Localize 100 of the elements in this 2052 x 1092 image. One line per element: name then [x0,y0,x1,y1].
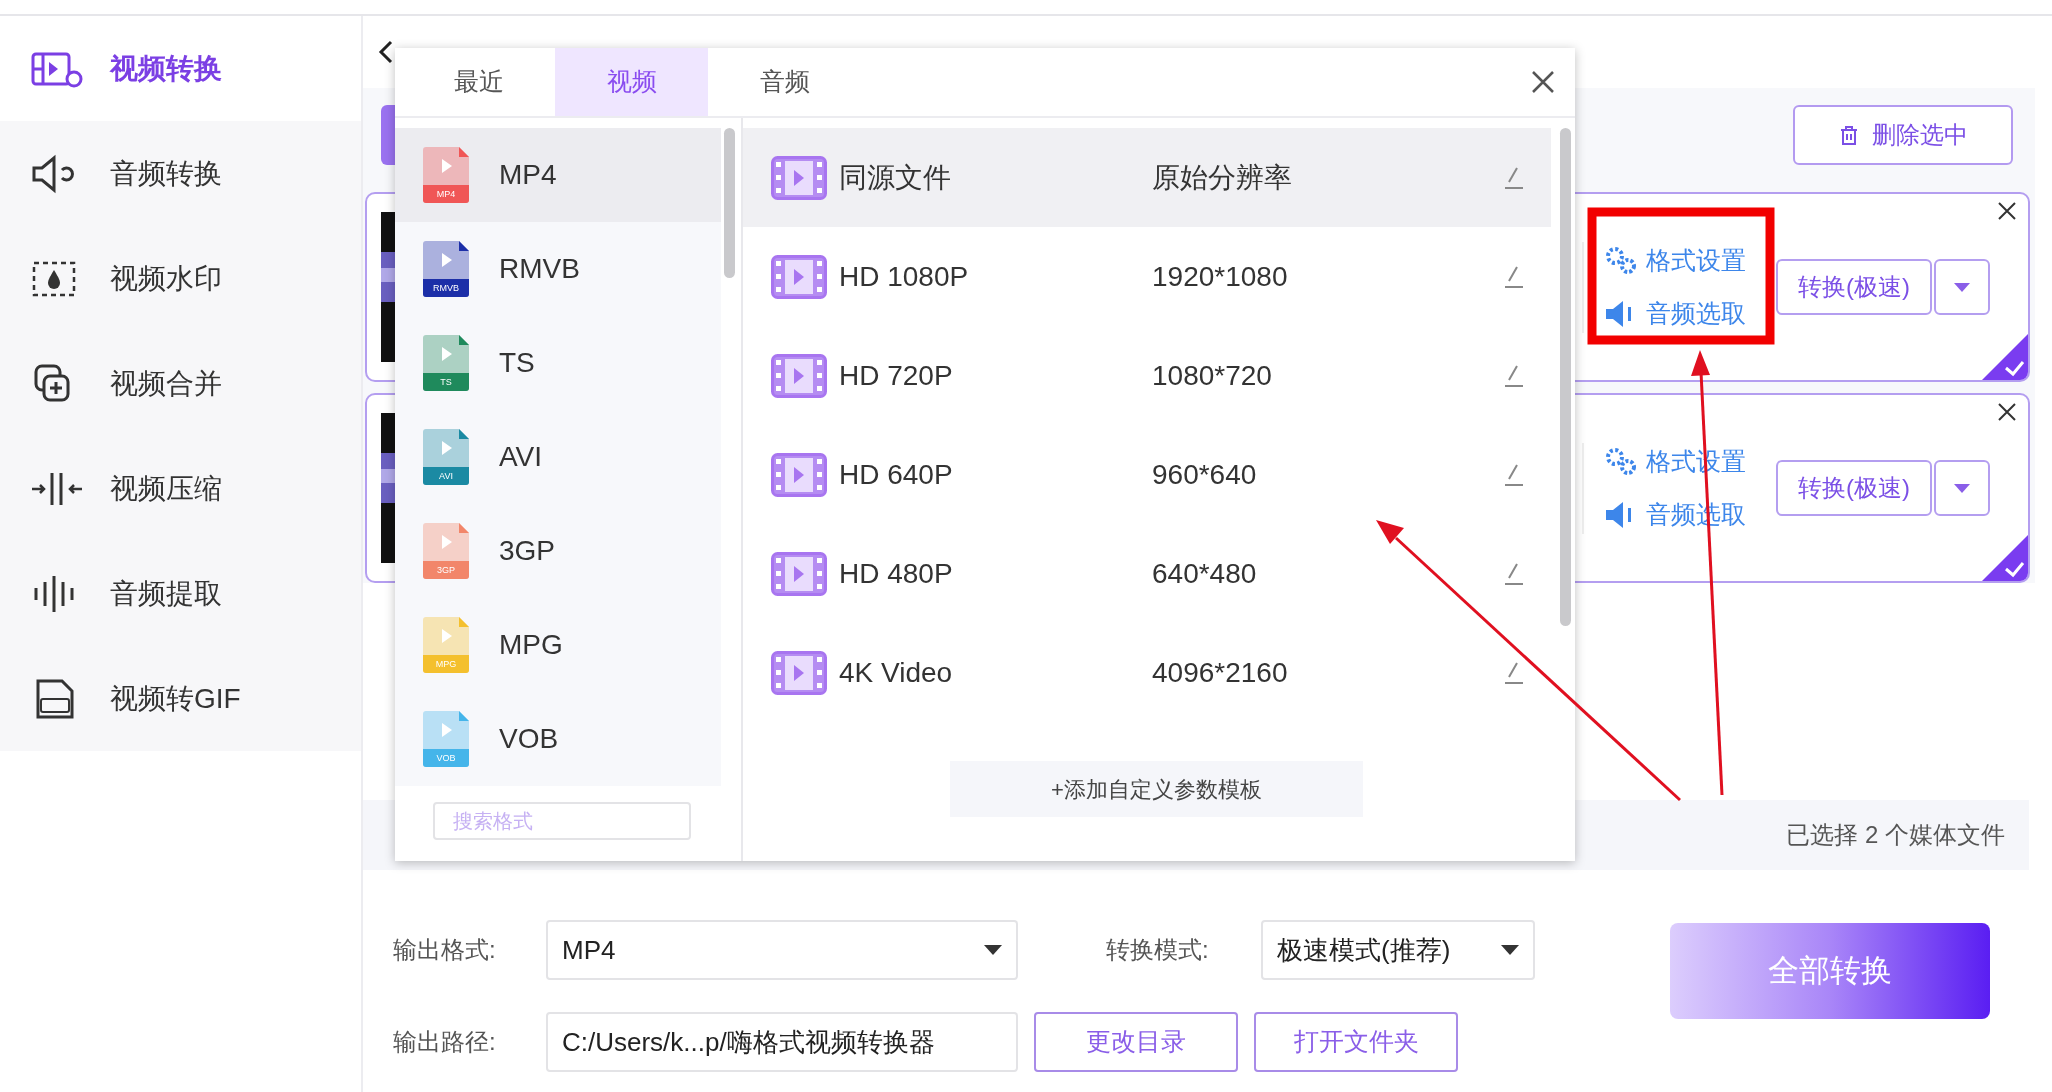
selection-summary: 已选择 2 个媒体文件 [1786,820,2005,850]
file-type-label: MP4 [423,185,469,203]
preset-name: 4K Video [839,655,954,690]
format-item[interactable]: AVI AVI [395,410,721,504]
caret-icon [1501,945,1519,955]
preset-row[interactable]: HD 720P 1080*720 [743,326,1551,425]
preset-row[interactable]: HD 480P 640*480 [743,524,1551,623]
check-corner-icon[interactable] [1982,334,2028,380]
sidebar-item[interactable]: 视频转换 [0,16,361,121]
film-icon [771,551,827,596]
film-icon [771,452,827,497]
file-type-label: TS [423,373,469,391]
sidebar-label: 视频转换 [110,51,222,86]
preset-row[interactable]: HD 1080P 1920*1080 [743,227,1551,326]
caret-icon [1954,282,1970,292]
trash-icon [1838,124,1860,146]
close-icon[interactable] [1531,70,1555,94]
preset-name: HD 1080P [839,259,970,294]
format-label: 3GP [499,534,556,568]
check-corner-icon[interactable] [1982,535,2028,581]
edit-icon[interactable] [1503,660,1525,685]
preset-resolution: 960*640 [1152,457,1258,492]
select-value: 极速模式(推荐) [1277,933,1451,967]
popup-tab[interactable]: 音频 [708,48,861,116]
preset-name: 同源文件 [839,160,952,195]
film-icon [771,155,827,200]
convert-button[interactable]: 转换(极速) [1776,460,1932,516]
format-label: VOB [499,722,559,756]
sidebar-item[interactable]: 视频合并 [0,331,361,436]
edit-icon[interactable] [1503,264,1525,289]
format-item[interactable]: MPG MPG [395,598,721,692]
format-item[interactable]: RMVB RMVB [395,222,721,316]
film-icon [771,254,827,299]
format-settings-link[interactable]: 格式设置 [1604,241,1746,279]
format-item[interactable]: TS TS [395,316,721,410]
gears-icon [1604,245,1636,276]
sidebar-item[interactable]: 视频水印 [0,226,361,331]
film-icon [771,650,827,695]
format-item[interactable]: 3GP 3GP [395,504,721,598]
select-value: MP4 [562,933,616,967]
format-label: MP4 [499,158,557,192]
preset-row[interactable]: 同源文件 原始分辨率 [743,128,1551,227]
popup-tab[interactable]: 视频 [555,48,708,116]
edit-icon[interactable] [1503,561,1525,586]
preset-name: HD 720P [839,358,954,393]
edit-icon[interactable] [1503,165,1525,190]
sidebar-label: 视频转GIF [110,681,241,716]
format-label: AVI [499,440,543,474]
sidebar-label: 视频水印 [110,261,222,296]
field-label: 输出格式: [393,935,497,965]
field-label: 输出路径: [393,1027,497,1057]
search-field[interactable]: 搜索格式 [433,802,691,840]
file-type-label: 3GP [423,561,469,579]
gears-icon [1604,446,1636,477]
dropdown-button[interactable] [1934,259,1990,315]
format-item[interactable]: MP4 MP4 [395,128,721,222]
close-icon[interactable] [1996,200,2018,222]
dropdown-button[interactable] [1934,460,1990,516]
sidebar-item[interactable]: 音频提取 [0,541,361,646]
edit-icon[interactable] [1503,462,1525,487]
film-icon [771,353,827,398]
preset-resolution: 原始分辨率 [1152,160,1293,195]
file-type-label: RMVB [423,279,469,297]
open-folder-button[interactable]: 打开文件夹 [1254,1012,1458,1072]
preset-resolution: 4096*2160 [1152,655,1289,690]
convert-button[interactable]: 转换(极速) [1776,259,1932,315]
file-type-label: MPG [423,655,469,673]
change-directory-button[interactable]: 更改目录 [1034,1012,1238,1072]
sidebar-label: 音频转换 [110,156,222,191]
back-icon[interactable] [377,40,395,64]
sidebar-item[interactable]: 视频压缩 [0,436,361,541]
preset-row[interactable]: 4K Video 4096*2160 [743,623,1551,722]
sidebar-label: 音频提取 [110,576,222,611]
close-icon[interactable] [1996,401,2018,423]
caret-icon [1954,483,1970,493]
output-format-select[interactable]: MP4 [546,920,1018,980]
format-item[interactable]: VOB VOB [395,692,721,786]
sidebar-label: 视频合并 [110,366,222,401]
file-type-label: AVI [423,467,469,485]
preset-resolution: 1080*720 [1152,358,1273,393]
scrollbar[interactable] [1560,128,1571,626]
sidebar-item[interactable]: 视频转GIF [0,646,361,751]
convert-mode-select[interactable]: 极速模式(推荐) [1261,920,1535,980]
preset-name: HD 640P [839,457,954,492]
output-path-field[interactable]: C:/Users/k...p/嗨格式视频转换器 [546,1012,1018,1072]
delete-selected-button[interactable]: 删除选中 [1793,105,2013,165]
preset-resolution: 640*480 [1152,556,1258,591]
add-template-button[interactable]: +添加自定义参数模板 [950,761,1363,817]
format-label: MPG [499,628,563,662]
preset-row[interactable]: HD 640P 960*640 [743,425,1551,524]
preset-resolution: 1920*1080 [1152,259,1289,294]
preset-name: HD 480P [839,556,954,591]
popup-tab[interactable]: 最近 [402,48,555,116]
sidebar-item[interactable]: 音频转换 [0,121,361,226]
audio-select-link[interactable]: 音频选取 [1604,295,1746,333]
edit-icon[interactable] [1503,363,1525,388]
caret-icon [984,945,1002,955]
scrollbar[interactable] [724,128,735,278]
add-files-button[interactable] [381,105,395,165]
field-label: 转换模式: [1106,935,1210,965]
